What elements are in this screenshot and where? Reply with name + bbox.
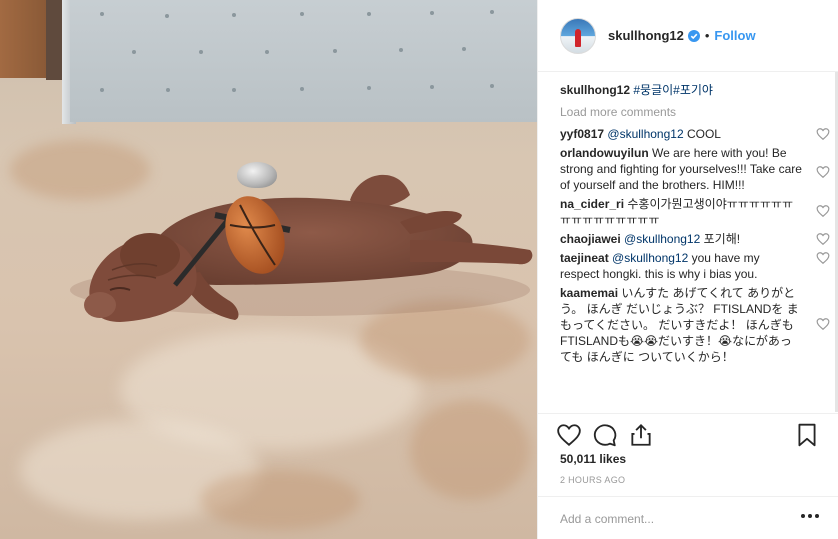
comment-item: yyf0817 @skullhong12 COOL bbox=[560, 126, 830, 142]
post-dialog: skullhong12 • Follow skullhong12 #뭉글이#포기… bbox=[0, 0, 838, 539]
comment-text: 포기해! bbox=[700, 232, 741, 246]
comment-item: chaojiawei @skullhong12 포기해! bbox=[560, 231, 830, 247]
more-options-icon[interactable] bbox=[801, 514, 819, 520]
post-actions-bar bbox=[538, 413, 838, 453]
likes-count[interactable]: 50,011 likes bbox=[560, 452, 626, 466]
caption-hashtags[interactable]: #뭉글이#포기야 bbox=[633, 83, 713, 97]
comment-username[interactable]: na_cider_ri bbox=[560, 197, 624, 211]
verified-badge-icon bbox=[687, 29, 700, 42]
caption-username[interactable]: skullhong12 bbox=[560, 83, 630, 97]
comment-mention[interactable]: @skullhong12 bbox=[607, 127, 683, 141]
post-side-panel: skullhong12 • Follow skullhong12 #뭉글이#포기… bbox=[537, 0, 838, 539]
comment-username[interactable]: kaamemai bbox=[560, 286, 618, 300]
post-photo[interactable] bbox=[0, 0, 537, 539]
add-comment-bar bbox=[538, 496, 838, 539]
comment-item: na_cider_ri 수홍이가뭔고생이야ㅠㅠㅠㅠㅠㅠㅠㅠㅠㅠㅠㅠㅠㅠㅠ bbox=[560, 196, 830, 228]
avatar[interactable] bbox=[560, 17, 596, 54]
comment-username[interactable]: chaojiawei bbox=[560, 232, 621, 246]
comment-username[interactable]: taejineat bbox=[560, 251, 609, 265]
comment-like-heart-icon[interactable] bbox=[816, 127, 830, 141]
follow-button[interactable]: Follow bbox=[714, 28, 755, 43]
comment-item: orlandowuyilun We are here with you! Be … bbox=[560, 145, 830, 193]
bookmark-icon[interactable] bbox=[794, 422, 820, 448]
comment-like-heart-icon[interactable] bbox=[816, 317, 830, 331]
comments-list[interactable]: skullhong12 #뭉글이#포기야 Load more comments … bbox=[560, 82, 830, 412]
load-more-comments-button[interactable]: Load more comments bbox=[560, 104, 830, 120]
post-timestamp[interactable]: 2 HOURS AGO bbox=[560, 475, 625, 485]
comment-bubble-icon[interactable] bbox=[592, 422, 618, 448]
post-header: skullhong12 • Follow bbox=[538, 0, 838, 72]
comment-like-heart-icon[interactable] bbox=[816, 251, 830, 265]
comment-username[interactable]: orlandowuyilun bbox=[560, 146, 649, 160]
comment-item: kaamemai いんすた あげてくれて ありがとう。 ほんぎ だいじょうぶ？ … bbox=[560, 285, 830, 365]
comment-mention[interactable]: @skullhong12 bbox=[612, 251, 688, 265]
comment-username[interactable]: yyf0817 bbox=[560, 127, 604, 141]
post-caption: skullhong12 #뭉글이#포기야 bbox=[560, 82, 830, 98]
heart-icon[interactable] bbox=[556, 422, 582, 448]
comment-like-heart-icon[interactable] bbox=[816, 165, 830, 179]
comment-text: COOL bbox=[683, 127, 721, 141]
add-comment-input[interactable] bbox=[560, 510, 780, 528]
comment-like-heart-icon[interactable] bbox=[816, 232, 830, 246]
separator-dot: • bbox=[704, 28, 710, 43]
comment-like-heart-icon[interactable] bbox=[816, 204, 830, 218]
header-username[interactable]: skullhong12 bbox=[608, 28, 684, 43]
sleeping-dog-illustration bbox=[70, 174, 533, 322]
share-icon[interactable] bbox=[628, 422, 654, 448]
comment-mention[interactable]: @skullhong12 bbox=[624, 232, 700, 246]
comment-item: taejineat @skullhong12 you have my respe… bbox=[560, 250, 830, 282]
